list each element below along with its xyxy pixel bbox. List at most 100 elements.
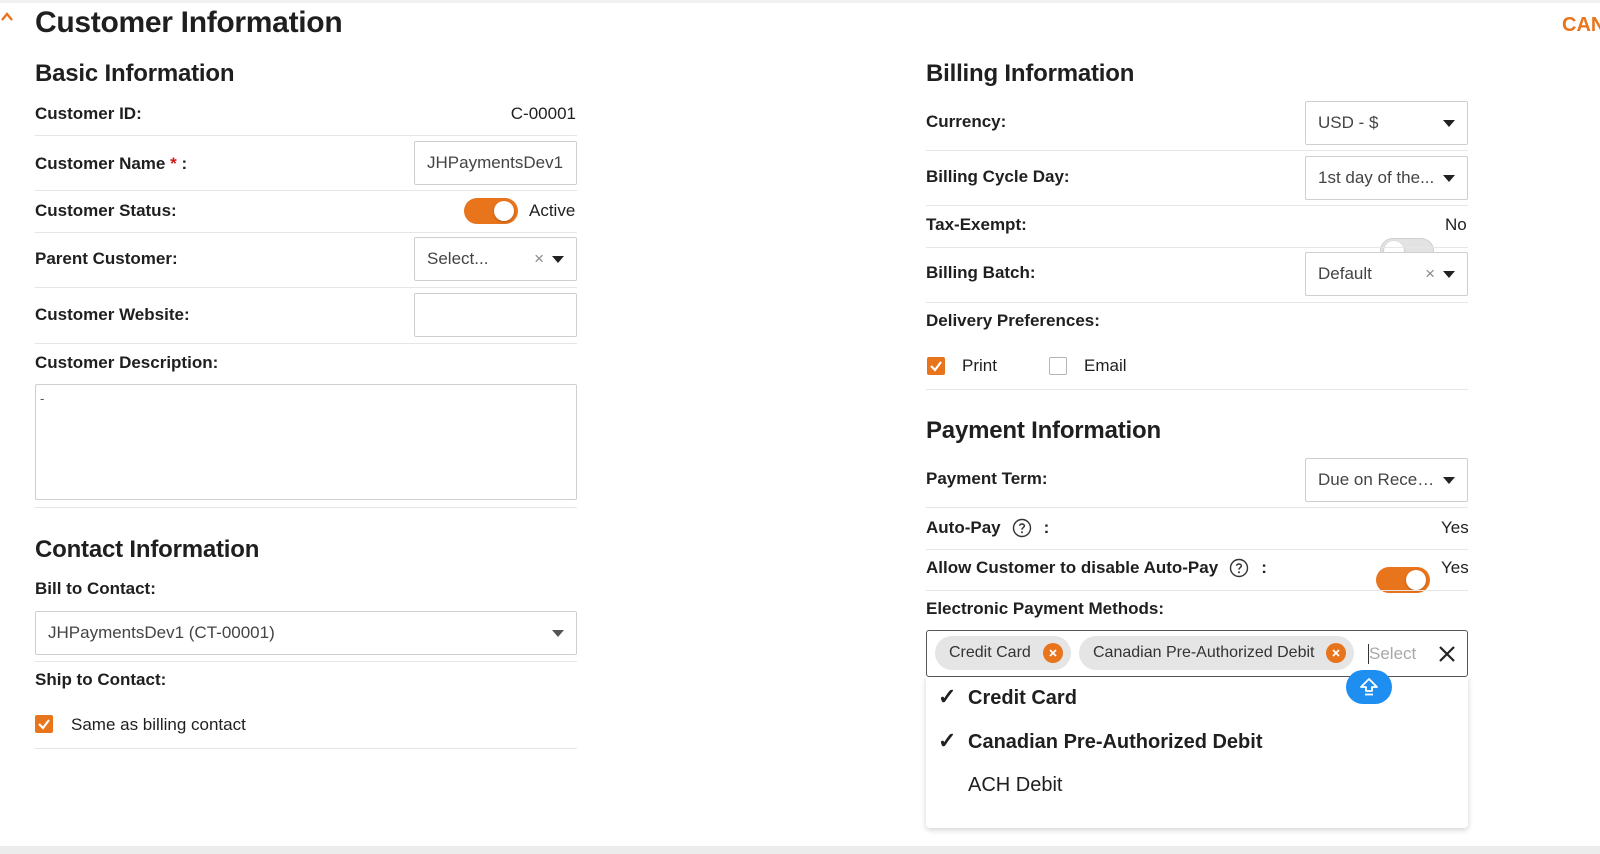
scroll-up-button[interactable]: [1346, 670, 1392, 704]
row-divider: [35, 748, 577, 749]
row-divider: [926, 205, 1468, 206]
bill-to-contact-label: Bill to Contact:: [35, 579, 156, 598]
row-divider: [926, 590, 1468, 591]
auto-pay-value: Yes: [1441, 518, 1469, 537]
customer-website-label: Customer Website:: [35, 305, 190, 324]
row-divider: [35, 190, 577, 191]
customer-status-toggle[interactable]: [464, 198, 518, 224]
dropdown-option-ach-debit[interactable]: ACH Debit: [968, 774, 1062, 797]
remove-circle-x-icon[interactable]: [1326, 643, 1347, 663]
delivery-preferences-label: Delivery Preferences:: [926, 311, 1100, 330]
row-divider: [926, 549, 1468, 550]
clear-x-icon[interactable]: ×: [534, 249, 544, 269]
label-colon: :: [1261, 558, 1267, 577]
same-as-billing-checkbox[interactable]: [35, 715, 53, 733]
parent-customer-placeholder: Select...: [427, 249, 489, 268]
scroll-up-icon: [1360, 678, 1378, 696]
row-divider: [35, 507, 577, 508]
close-icon[interactable]: [1437, 644, 1457, 664]
row-divider: [35, 661, 577, 662]
check-icon: ✓: [938, 684, 957, 709]
page-title: Customer Information: [35, 6, 343, 39]
customer-status-label: Customer Status:: [35, 201, 177, 220]
selected-chip-credit-card: Credit Card: [935, 636, 1071, 670]
question-circle-icon[interactable]: [1229, 558, 1249, 578]
customer-description-label: Customer Description:: [35, 353, 219, 372]
billing-batch-value: Default: [1318, 264, 1372, 283]
allow-disable-auto-pay-label: Allow Customer to disable Auto-Pay :: [926, 558, 1267, 578]
bill-to-contact-select[interactable]: JHPaymentsDev1 (CT-00001): [35, 611, 577, 655]
clear-x-icon[interactable]: ×: [1425, 264, 1435, 284]
payment-methods-search-placeholder[interactable]: Select: [1369, 644, 1416, 664]
check-icon: ✓: [938, 728, 957, 753]
row-divider: [926, 507, 1468, 508]
toggle-knob: [1406, 570, 1426, 590]
billing-batch-label: Billing Batch:: [926, 263, 1036, 282]
auto-pay-label: Auto-Pay :: [926, 518, 1049, 538]
row-divider: [35, 135, 577, 136]
check-icon: [930, 361, 942, 372]
dropdown-option-canadian-pad[interactable]: Canadian Pre-Authorized Debit: [968, 731, 1262, 754]
remove-circle-x-icon[interactable]: [1042, 643, 1063, 663]
payment-term-select[interactable]: Due on Receipt: [1305, 458, 1468, 502]
electronic-payment-methods-label: Electronic Payment Methods:: [926, 599, 1165, 618]
contact-information-heading: Contact Information: [35, 536, 260, 563]
cancel-button[interactable]: CAN: [1562, 14, 1600, 37]
payment-term-label: Payment Term:: [926, 469, 1048, 488]
customer-description-textarea[interactable]: -: [35, 384, 577, 500]
parent-customer-label: Parent Customer:: [35, 249, 178, 268]
chip-label: Canadian Pre-Authorized Debit: [1093, 644, 1315, 661]
electronic-payment-methods-multiselect[interactable]: Credit Card Canadian Pre-Authorized Debi…: [926, 630, 1468, 677]
row-divider: [926, 302, 1468, 303]
billing-cycle-day-label: Billing Cycle Day:: [926, 167, 1070, 186]
currency-label: Currency:: [926, 112, 1007, 131]
label-colon: :: [181, 154, 188, 173]
caret-down-icon: [1443, 270, 1455, 278]
row-divider: [35, 232, 577, 233]
billing-batch-select[interactable]: Default ×: [1305, 252, 1468, 296]
chip-label: Credit Card: [949, 644, 1031, 661]
dropdown-option-credit-card[interactable]: Credit Card: [968, 687, 1077, 710]
customer-website-input[interactable]: [414, 293, 577, 337]
caret-down-icon: [1443, 476, 1455, 484]
currency-value: USD - $: [1318, 113, 1379, 132]
auto-pay-label-text: Auto-Pay: [926, 518, 1001, 537]
row-divider: [926, 389, 1468, 390]
payment-term-value: Due on Receipt: [1318, 470, 1435, 489]
toggle-knob: [494, 201, 514, 221]
parent-customer-select[interactable]: Select... ×: [414, 237, 577, 281]
basic-information-heading: Basic Information: [35, 60, 235, 87]
required-asterisk: *: [170, 154, 177, 173]
billing-cycle-day-value: 1st day of the...: [1318, 168, 1435, 187]
ship-to-contact-label: Ship to Contact:: [35, 670, 167, 689]
caret-down-icon: [552, 255, 564, 263]
tax-exempt-label: Tax-Exempt:: [926, 215, 1027, 234]
caret-down-icon: [552, 629, 564, 637]
customer-name-input[interactable]: JHPaymentsDev1: [414, 141, 577, 185]
allow-disable-auto-pay-label-text: Allow Customer to disable Auto-Pay: [926, 558, 1219, 577]
payment-information-heading: Payment Information: [926, 417, 1161, 444]
row-divider: [926, 247, 1468, 248]
customer-name-label-text: Customer Name: [35, 154, 166, 173]
question-circle-icon[interactable]: [1012, 518, 1032, 538]
page-bottom-bar: [0, 846, 1600, 854]
row-divider: [35, 287, 577, 288]
selected-chip-canadian-pad: Canadian Pre-Authorized Debit: [1079, 636, 1355, 670]
row-divider: [35, 343, 577, 344]
allow-disable-auto-pay-value: Yes: [1441, 558, 1469, 577]
label-colon: :: [1043, 518, 1050, 537]
customer-status-value: Active: [529, 201, 576, 220]
customer-id-value: C-00001: [510, 104, 576, 123]
delivery-email-checkbox[interactable]: [1049, 357, 1067, 375]
bill-to-contact-value: JHPaymentsDev1 (CT-00001): [48, 623, 275, 642]
currency-select[interactable]: USD - $: [1305, 101, 1468, 145]
caret-down-icon: [1443, 174, 1455, 182]
delivery-email-label: Email: [1084, 356, 1127, 375]
same-as-billing-label: Same as billing contact: [71, 715, 246, 734]
tax-exempt-value: No: [1445, 215, 1467, 234]
customer-description-value: -: [40, 391, 45, 406]
delivery-print-checkbox[interactable]: [927, 357, 945, 375]
chevron-up-icon[interactable]: [0, 10, 14, 24]
billing-cycle-day-select[interactable]: 1st day of the...: [1305, 156, 1468, 200]
caret-down-icon: [1443, 119, 1455, 127]
